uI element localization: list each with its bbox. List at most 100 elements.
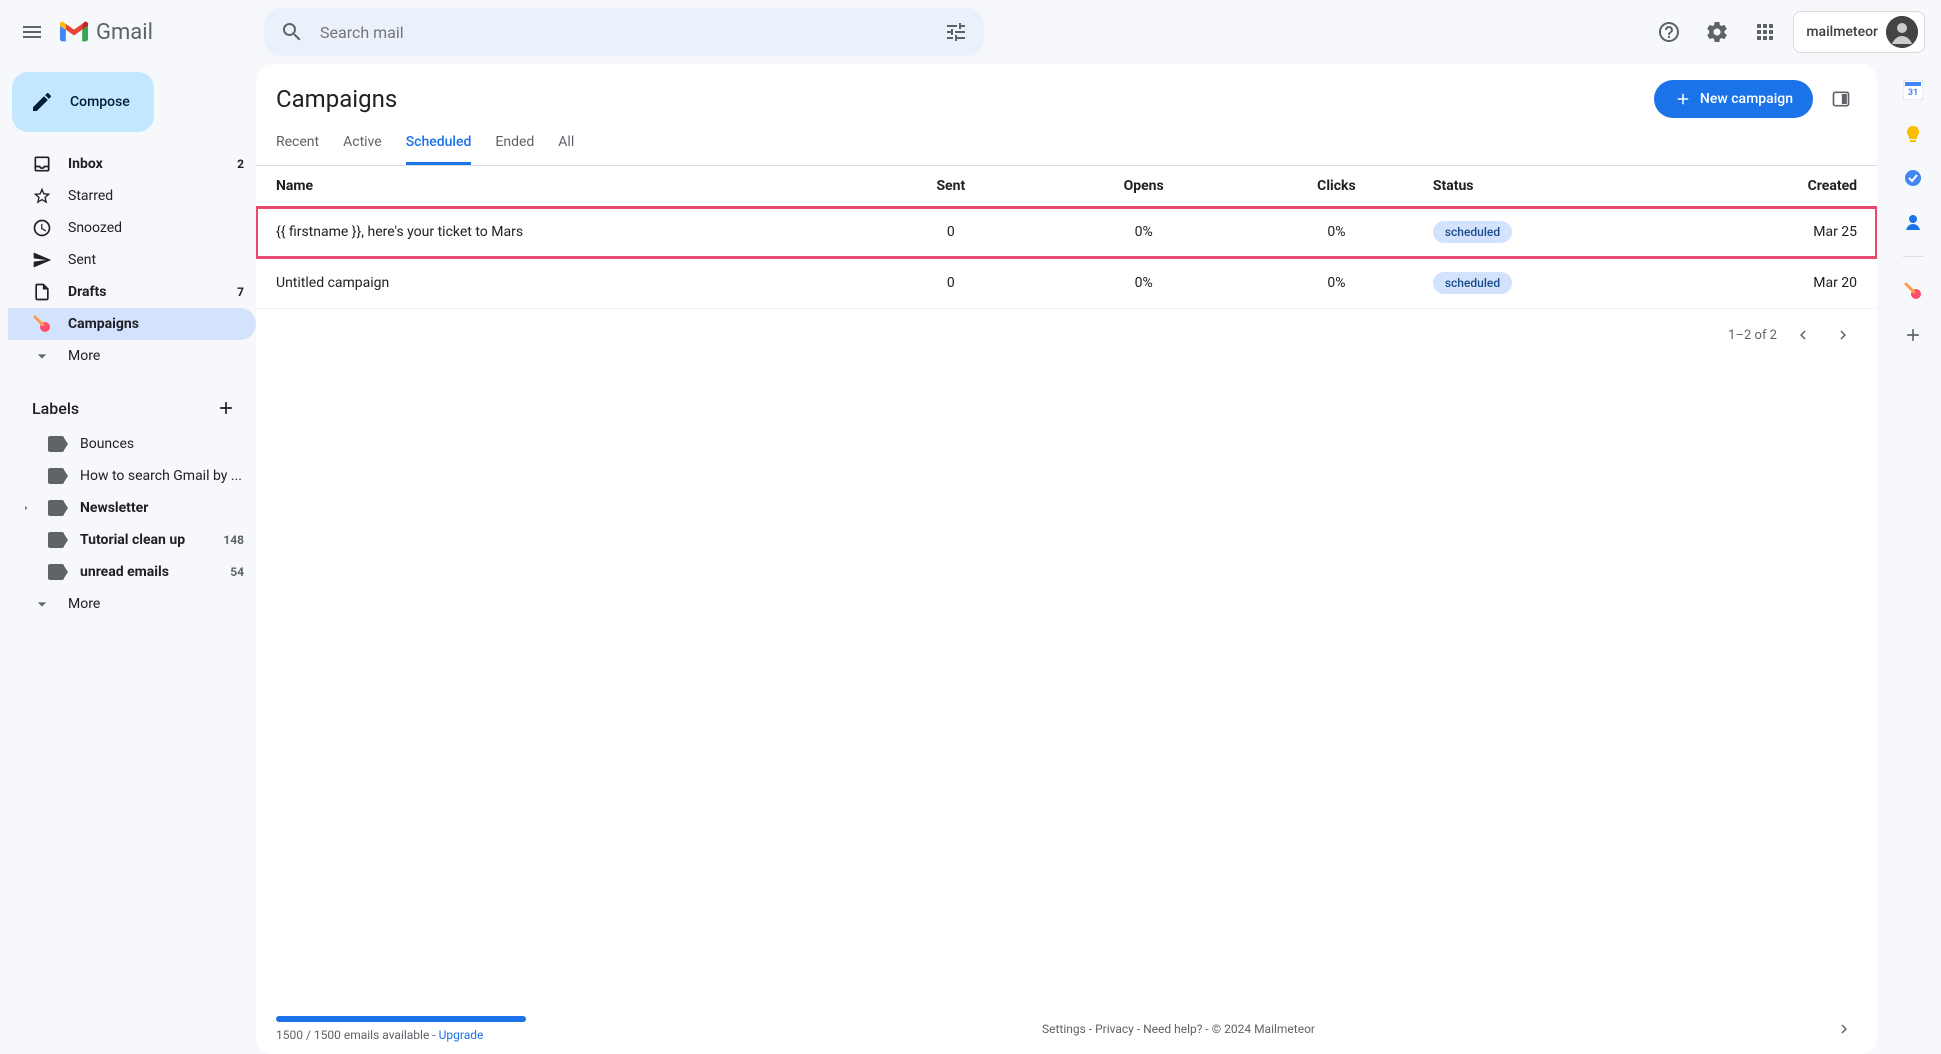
label-tag-icon <box>48 468 64 484</box>
cell-created: Mar 20 <box>1664 275 1857 291</box>
side-panel-icon <box>1831 89 1851 109</box>
upgrade-link[interactable]: Upgrade <box>439 1028 484 1042</box>
main-content: Campaigns New campaign Recent Active Sched… <box>256 64 1877 1054</box>
label-count: 54 <box>230 565 244 579</box>
tab-all[interactable]: All <box>558 134 574 165</box>
next-page-button[interactable] <box>1829 321 1857 349</box>
label-name: How to search Gmail by ... <box>80 468 244 484</box>
quota-bar <box>276 1016 526 1022</box>
new-campaign-button[interactable]: New campaign <box>1654 80 1813 118</box>
footer-links[interactable]: Settings - Privacy - Need help? - © 2024… <box>1042 1022 1315 1036</box>
rail-divider <box>1903 256 1923 257</box>
col-created: Created <box>1664 178 1857 194</box>
send-icon <box>32 250 52 270</box>
support-button[interactable] <box>1649 12 1689 52</box>
plus-icon <box>216 398 236 418</box>
label-item[interactable]: Bounces <box>8 428 256 460</box>
keep-app-icon[interactable] <box>1903 124 1923 144</box>
quota-text: 1500 / 1500 emails available - <box>276 1028 439 1042</box>
labels-title: Labels <box>32 399 79 418</box>
col-opens: Opens <box>1047 178 1240 194</box>
sidebar-item-label: Drafts <box>68 284 221 300</box>
tune-icon <box>944 20 968 44</box>
main-menu-button[interactable] <box>8 8 56 56</box>
label-name: Tutorial clean up <box>80 532 207 548</box>
draft-icon <box>32 282 52 302</box>
label-name: unread emails <box>80 564 214 580</box>
table-row[interactable]: {{ firstname }}, here's your ticket to M… <box>256 207 1877 258</box>
labels-more[interactable]: More <box>8 588 256 620</box>
sidebar-item-drafts[interactable]: Drafts 7 <box>8 276 256 308</box>
sidebar-item-sent[interactable]: Sent <box>8 244 256 276</box>
meteor-icon <box>32 314 52 334</box>
search-button[interactable] <box>272 12 312 52</box>
tasks-app-icon[interactable] <box>1903 168 1923 188</box>
label-item[interactable]: Newsletter <box>8 492 256 524</box>
tab-active[interactable]: Active <box>343 134 382 165</box>
chevron-down-icon <box>32 594 52 614</box>
search-input[interactable] <box>312 23 936 42</box>
avatar-icon <box>1886 16 1918 48</box>
compose-button[interactable]: Compose <box>12 72 154 132</box>
calendar-app-icon[interactable]: 31 <box>1903 80 1923 100</box>
panel-toggle-button[interactable] <box>1825 83 1857 115</box>
apps-grid-icon <box>1753 20 1777 44</box>
sidebar-item-count: 2 <box>237 157 244 171</box>
col-clicks: Clicks <box>1240 178 1433 194</box>
label-item[interactable]: Tutorial clean up148 <box>8 524 256 556</box>
gmail-logo[interactable]: Gmail <box>56 20 153 45</box>
contacts-app-icon[interactable] <box>1903 212 1923 232</box>
sidebar-item-count: 7 <box>237 285 244 299</box>
gmail-logo-icon <box>60 21 88 43</box>
account-switcher[interactable]: mailmeteor <box>1793 11 1925 53</box>
sidebar-item-starred[interactable]: Starred <box>8 180 256 212</box>
col-status: Status <box>1433 178 1664 194</box>
account-name: mailmeteor <box>1806 24 1878 40</box>
more-icon <box>32 346 52 366</box>
col-name: Name <box>276 178 854 194</box>
avatar <box>1886 16 1918 48</box>
table-row[interactable]: Untitled campaign00%0%scheduledMar 20 <box>256 258 1877 309</box>
cell-clicks: 0% <box>1240 224 1433 240</box>
cell-name: {{ firstname }}, here's your ticket to M… <box>276 224 854 240</box>
add-app-button[interactable] <box>1903 325 1923 345</box>
label-tag-icon <box>48 500 64 516</box>
cell-status: scheduled <box>1433 272 1664 294</box>
label-name: Newsletter <box>80 500 244 516</box>
hamburger-icon <box>20 20 44 44</box>
apps-button[interactable] <box>1745 12 1785 52</box>
sidebar-item-snoozed[interactable]: Snoozed <box>8 212 256 244</box>
pagination: 1–2 of 2 <box>256 309 1877 361</box>
chevron-right-icon <box>1835 1020 1853 1038</box>
chevron-left-icon <box>1794 326 1812 344</box>
search-options-button[interactable] <box>936 12 976 52</box>
cell-opens: 0% <box>1047 275 1240 291</box>
tab-ended[interactable]: Ended <box>495 134 534 165</box>
pagination-text: 1–2 of 2 <box>1728 328 1777 343</box>
tab-scheduled[interactable]: Scheduled <box>406 134 472 165</box>
star-icon <box>32 186 52 206</box>
label-item[interactable]: How to search Gmail by ... <box>8 460 256 492</box>
page-title: Campaigns <box>276 85 397 113</box>
cell-name: Untitled campaign <box>276 275 854 291</box>
prev-page-button[interactable] <box>1789 321 1817 349</box>
sidebar-item-label: More <box>68 348 244 364</box>
label-item[interactable]: unread emails 54 <box>8 556 256 588</box>
cell-clicks: 0% <box>1240 275 1433 291</box>
cell-opens: 0% <box>1047 224 1240 240</box>
sidebar-item-label: Campaigns <box>68 316 244 332</box>
footer-expand-button[interactable] <box>1831 1016 1857 1042</box>
sidebar-item-campaigns[interactable]: Campaigns <box>8 308 256 340</box>
mailmeteor-app-icon[interactable] <box>1903 281 1923 301</box>
add-label-button[interactable] <box>212 394 240 422</box>
cell-sent: 0 <box>854 275 1047 291</box>
search-bar <box>264 8 984 56</box>
tab-recent[interactable]: Recent <box>276 134 319 165</box>
gmail-logo-text: Gmail <box>96 20 153 45</box>
settings-button[interactable] <box>1697 12 1737 52</box>
chevron-right-icon <box>1834 326 1852 344</box>
sidebar-item-more[interactable]: More <box>8 340 256 372</box>
compose-label: Compose <box>70 94 130 110</box>
sidebar-item-inbox[interactable]: Inbox2 <box>8 148 256 180</box>
sidebar-item-label: Starred <box>68 188 244 204</box>
